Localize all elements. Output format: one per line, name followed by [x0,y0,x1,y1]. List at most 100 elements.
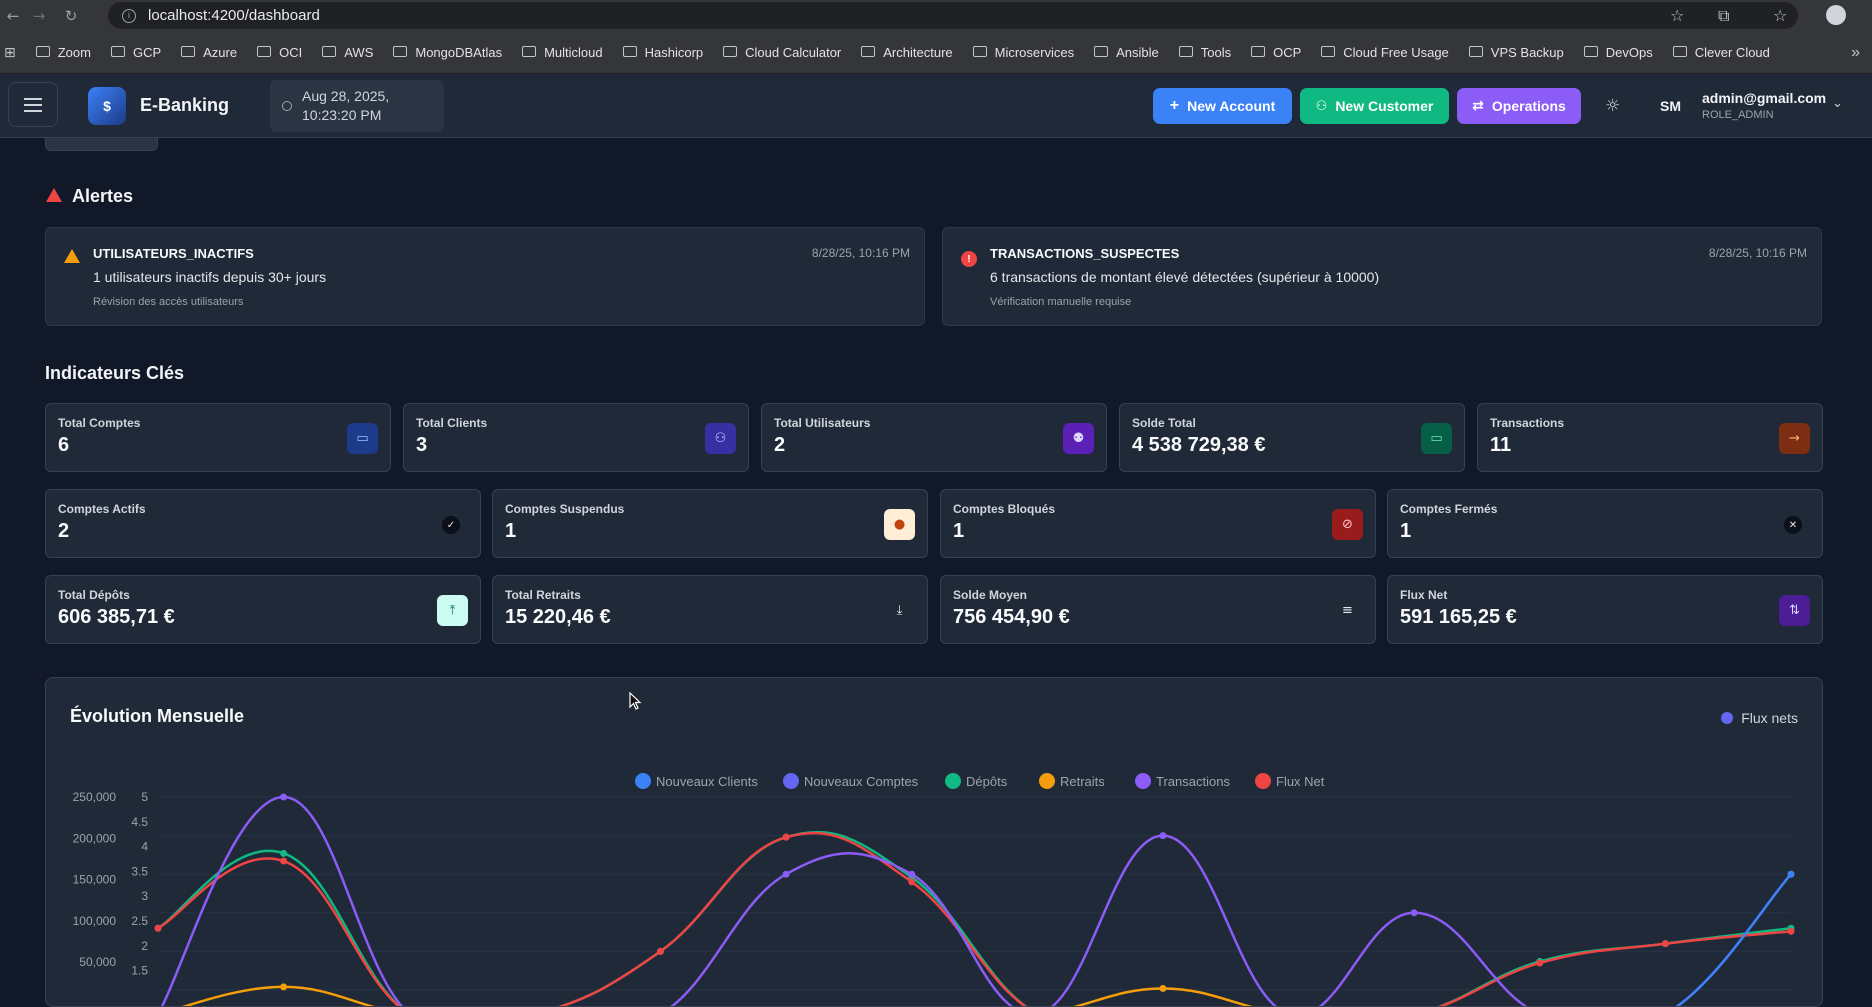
bookmark-label: Tools [1200,45,1232,60]
back-icon[interactable]: ← [0,3,26,29]
alert-type: UTILISATEURS_INACTIFS [93,246,254,261]
reload-icon[interactable]: ↻ [58,3,84,29]
kpi-label: Total Clients [416,416,488,430]
bookmark-item[interactable]: MongoDBAtlas [393,45,502,60]
y-left-tick-label: 50,000 [79,955,116,969]
arrow-right-icon: → [1779,423,1810,454]
apps-grid-icon[interactable]: ⊞ [4,45,16,61]
wallet-icon: ▭ [1421,423,1452,454]
sun-icon[interactable]: ☼ [1605,96,1620,116]
bookmark-item[interactable]: Tools [1178,45,1232,60]
bookmark-item[interactable]: Hashicorp [622,45,704,60]
folder-icon [393,46,408,57]
folder-icon [1178,46,1193,57]
bookmark-label: Cloud Calculator [745,45,842,60]
kpi-label: Comptes Fermés [1400,502,1498,516]
alert-action: Révision des accès utilisateurs [93,296,244,308]
kpi-label: Comptes Bloqués [953,502,1056,516]
warning-icon [64,249,80,263]
operations-button[interactable]: ⇄ Operations [1457,88,1581,124]
bookmarks-manager-icon[interactable]: ☆ [1773,6,1787,25]
new-account-label: New Account [1187,98,1276,114]
app-header: $ E-Banking Aug 28, 2025, 10:23:20 PM + … [0,74,1872,138]
bookmark-item[interactable]: AWS [322,45,373,60]
kpi-value: 606 385,71 € [58,606,175,628]
y-right-tick-label: 4.5 [131,815,148,829]
kpi-label: Total Utilisateurs [774,416,871,430]
url-text: localhost:4200/dashboard [148,7,320,24]
app-title: E-Banking [140,95,230,115]
menu-toggle-button[interactable] [8,82,58,127]
more-bookmarks-icon[interactable]: » [1851,44,1860,62]
alert-card-suspect-transactions: ! TRANSACTIONS_SUSPECTES 6 transactions … [942,227,1822,326]
folder-icon [622,46,637,57]
series-line [160,795,1792,1006]
legend-marker [1255,773,1271,789]
kpi-label: Transactions [1490,416,1565,430]
user-initials[interactable]: SM [1660,98,1681,114]
bookmarks-bar: ⊞ Zoom GCP Azure OCI AWS MongoDBAtlas Multiclo… [0,32,1872,74]
kpi-net-flow: Flux Net 591 165,25 € ⇅ [1387,575,1823,644]
bookmark-item[interactable]: Clever Cloud [1672,45,1770,60]
folder-icon [35,46,50,57]
legend-label: Nouveaux Comptes [804,774,919,789]
alert-triangle-icon [46,188,62,202]
bookmark-label: Multicloud [544,45,603,60]
upload-icon: ⤒ [437,595,468,626]
kpi-value: 2 [58,520,70,542]
new-customer-button[interactable]: ⚇ New Customer [1300,88,1449,124]
kpi-value: 6 [58,434,70,456]
bookmark-label: Ansible [1116,45,1159,60]
data-point [782,870,790,878]
new-account-button[interactable]: + New Account [1153,88,1292,124]
folder-icon [257,46,272,57]
forward-icon[interactable]: → [26,3,52,29]
kpi-label: Total Dépôts [58,588,130,602]
bookmark-label: Hashicorp [644,45,704,60]
site-info-icon[interactable]: i [122,8,136,23]
bookmark-item[interactable]: Cloud Free Usage [1321,45,1449,60]
chevron-down-icon[interactable]: ⌄ [1832,96,1843,111]
alert-date: 8/28/25, 10:16 PM [811,246,910,260]
legend-label: Retraits [1060,774,1105,789]
operations-label: Operations [1491,98,1566,114]
address-bar[interactable]: i localhost:4200/dashboard [108,2,1798,29]
bookmark-item[interactable]: DevOps [1583,45,1653,60]
kpi-value: 591 165,25 € [1400,606,1517,628]
bookmark-item[interactable]: Ansible [1094,45,1159,60]
kpi-label: Solde Moyen [953,588,1028,602]
folder-icon [861,46,876,57]
bookmark-item[interactable]: Multicloud [522,45,603,60]
kpi-value: 2 [774,434,786,456]
data-point [1536,959,1544,967]
bookmark-item[interactable]: Azure [181,45,237,60]
folder-icon [1094,46,1109,57]
clock-icon [282,101,292,111]
legend-label: Nouveaux Clients [656,774,758,789]
bookmark-item[interactable]: VPS Backup [1468,45,1564,60]
data-point [280,983,288,991]
y-left-tick-label: 200,000 [73,831,117,845]
kpi-value: 1 [953,520,965,542]
bookmark-item[interactable]: OCP [1251,45,1301,60]
legend-marker [1039,773,1055,789]
y-right-tick-label: 2.5 [131,914,148,928]
profile-avatar[interactable] [1826,5,1846,25]
bookmark-item[interactable]: GCP [110,45,161,60]
kpi-label: Comptes Suspendus [505,502,625,516]
folder-icon [1583,46,1598,57]
bookmark-item[interactable]: Cloud Calculator [723,45,841,60]
bookmark-item[interactable]: Microservices [972,45,1074,60]
user-email[interactable]: admin@gmail.com [1702,90,1826,106]
partial-button[interactable] [45,138,158,151]
bookmark-star-icon[interactable]: ☆ [1670,6,1684,25]
y-right-tick-label: 5 [141,790,148,804]
kpi-suspended-accounts: Comptes Suspendus 1 ● [492,489,928,558]
bookmark-item[interactable]: Zoom [35,45,91,60]
kpi-value: 11 [1490,434,1512,456]
extensions-icon[interactable]: ⧉ [1718,6,1729,26]
alert-action: Vérification manuelle requise [990,296,1132,308]
y-right-tick-label: 1.5 [131,964,148,978]
bookmark-item[interactable]: OCI [257,45,302,60]
bookmark-item[interactable]: Architecture [861,45,953,60]
